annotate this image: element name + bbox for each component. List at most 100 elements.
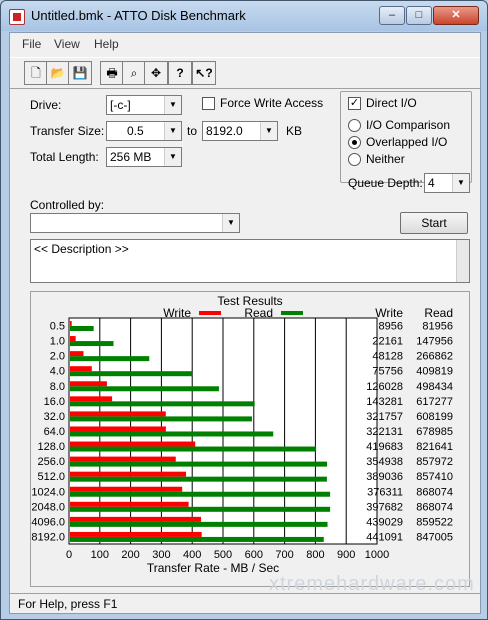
read-value: 678985	[416, 426, 453, 438]
x-axis-label: Transfer Rate - MB / Sec	[147, 561, 279, 575]
help-icon[interactable]: ?	[168, 61, 192, 85]
neither-radio[interactable]	[348, 153, 361, 166]
chevron-down-icon: ▼	[222, 214, 239, 232]
save-icon[interactable]: 💾	[68, 61, 92, 85]
write-value: 439029	[366, 516, 403, 528]
write-bar	[70, 336, 76, 342]
x-tick-label: 700	[275, 549, 293, 561]
description-text: << Description >>	[34, 242, 129, 256]
toolbar: 🗋 📂 💾 🖶 ⌕ ✥ ? ↖?	[10, 57, 480, 89]
read-bar	[70, 506, 331, 512]
write-bar	[70, 411, 166, 417]
new-icon[interactable]: 🗋	[24, 61, 48, 85]
maximize-button[interactable]: □	[406, 6, 432, 25]
start-button[interactable]: Start	[400, 212, 468, 234]
y-tick-label: 2.0	[50, 351, 65, 363]
read-value: 81956	[422, 321, 453, 333]
chevron-down-icon: ▼	[164, 96, 181, 114]
window-title: Untitled.bmk - ATTO Disk Benchmark	[31, 8, 246, 23]
app-icon	[9, 9, 25, 25]
results-chart: Test ResultsWrite Read Write Read0 100 200 300…	[31, 294, 453, 575]
description-box[interactable]: << Description >>	[30, 239, 470, 283]
queue-depth-select[interactable]: 4 ▼	[424, 173, 470, 193]
read-value: 868074	[416, 501, 453, 513]
read-value: 859522	[416, 516, 453, 528]
y-tick-label: 64.0	[44, 426, 65, 438]
write-value: 75756	[372, 366, 403, 378]
move-icon[interactable]: ✥	[144, 61, 168, 85]
read-value: 498434	[416, 381, 453, 393]
transfer-to-select[interactable]: 8192.0 ▼	[202, 121, 278, 141]
close-button[interactable]: ✕	[433, 6, 479, 25]
read-bar	[70, 431, 274, 437]
context-help-icon[interactable]: ↖?	[192, 61, 216, 85]
x-tick-label: 200	[121, 549, 139, 561]
read-value: 847005	[416, 531, 453, 543]
write-bar	[70, 321, 72, 326]
read-value: 868074	[416, 486, 453, 498]
read-bar	[70, 491, 331, 497]
io-comparison-radio[interactable]	[348, 119, 361, 132]
read-bar	[70, 341, 114, 347]
legend-write-swatch	[199, 311, 221, 315]
read-bar	[70, 521, 328, 527]
open-icon[interactable]: 📂	[46, 61, 70, 85]
y-tick-label: 32.0	[44, 411, 65, 423]
column-header-read: Read	[424, 306, 453, 320]
read-bar	[70, 416, 252, 422]
menu-view[interactable]: View	[54, 37, 80, 51]
transfer-size-label: Transfer Size:	[30, 124, 105, 138]
print-icon[interactable]: 🖶	[100, 61, 124, 85]
overlapped-io-radio[interactable]	[348, 136, 361, 149]
drive-select[interactable]: [-c-] ▼	[106, 95, 182, 115]
controlled-by-select[interactable]: ▼	[30, 213, 240, 233]
write-value: 322131	[366, 426, 403, 438]
x-tick-label: 900	[337, 549, 355, 561]
write-bar	[70, 426, 166, 432]
read-bar	[70, 371, 193, 377]
write-bar	[70, 366, 92, 372]
write-bar	[70, 381, 107, 387]
force-write-checkbox[interactable]	[202, 97, 215, 110]
x-tick-label: 0	[66, 549, 72, 561]
x-tick-label: 300	[152, 549, 170, 561]
write-bar	[70, 471, 187, 477]
overlapped-io-label: Overlapped I/O	[366, 135, 448, 149]
write-value: 397682	[366, 501, 403, 513]
read-bar	[70, 401, 255, 407]
description-scrollbar[interactable]	[456, 240, 469, 282]
direct-io-checkbox[interactable]: ✓	[348, 97, 361, 110]
x-tick-label: 400	[183, 549, 201, 561]
write-value: 48128	[372, 351, 403, 363]
status-text: For Help, press F1	[18, 597, 118, 611]
client-area: File View Help 🗋 📂 💾 🖶 ⌕ ✥ ? ↖? Drive: […	[9, 32, 481, 614]
io-comparison-label: I/O Comparison	[366, 118, 451, 132]
minimize-button[interactable]: –	[379, 6, 405, 25]
legend-read-swatch	[281, 311, 303, 315]
write-value: 8956	[379, 321, 403, 333]
write-value: 419683	[366, 441, 403, 453]
write-bar	[70, 501, 189, 507]
read-bar	[70, 446, 317, 452]
total-length-select[interactable]: 256 MB ▼	[106, 147, 182, 167]
read-bar	[70, 326, 94, 331]
read-value: 147956	[416, 336, 453, 348]
print-preview-icon[interactable]: ⌕	[122, 61, 146, 85]
write-bar	[70, 441, 196, 447]
read-value: 409819	[416, 366, 453, 378]
menu-help[interactable]: Help	[94, 37, 119, 51]
write-value: 126028	[366, 381, 403, 393]
chevron-down-icon: ▼	[164, 122, 181, 140]
write-bar	[70, 531, 202, 537]
y-tick-label: 256.0	[37, 456, 65, 468]
y-tick-label: 2048.0	[31, 501, 65, 513]
chevron-down-icon: ▼	[452, 174, 469, 192]
transfer-from-select[interactable]: 0.5 ▼	[106, 121, 182, 141]
title-bar[interactable]: Untitled.bmk - ATTO Disk Benchmark – □ ✕	[1, 1, 487, 31]
read-value: 266862	[416, 351, 453, 363]
kb-label: KB	[286, 124, 303, 138]
force-write-label: Force Write Access	[220, 96, 324, 110]
to-label: to	[187, 124, 198, 138]
x-tick-label: 600	[245, 549, 263, 561]
menu-file[interactable]: File	[22, 37, 41, 51]
